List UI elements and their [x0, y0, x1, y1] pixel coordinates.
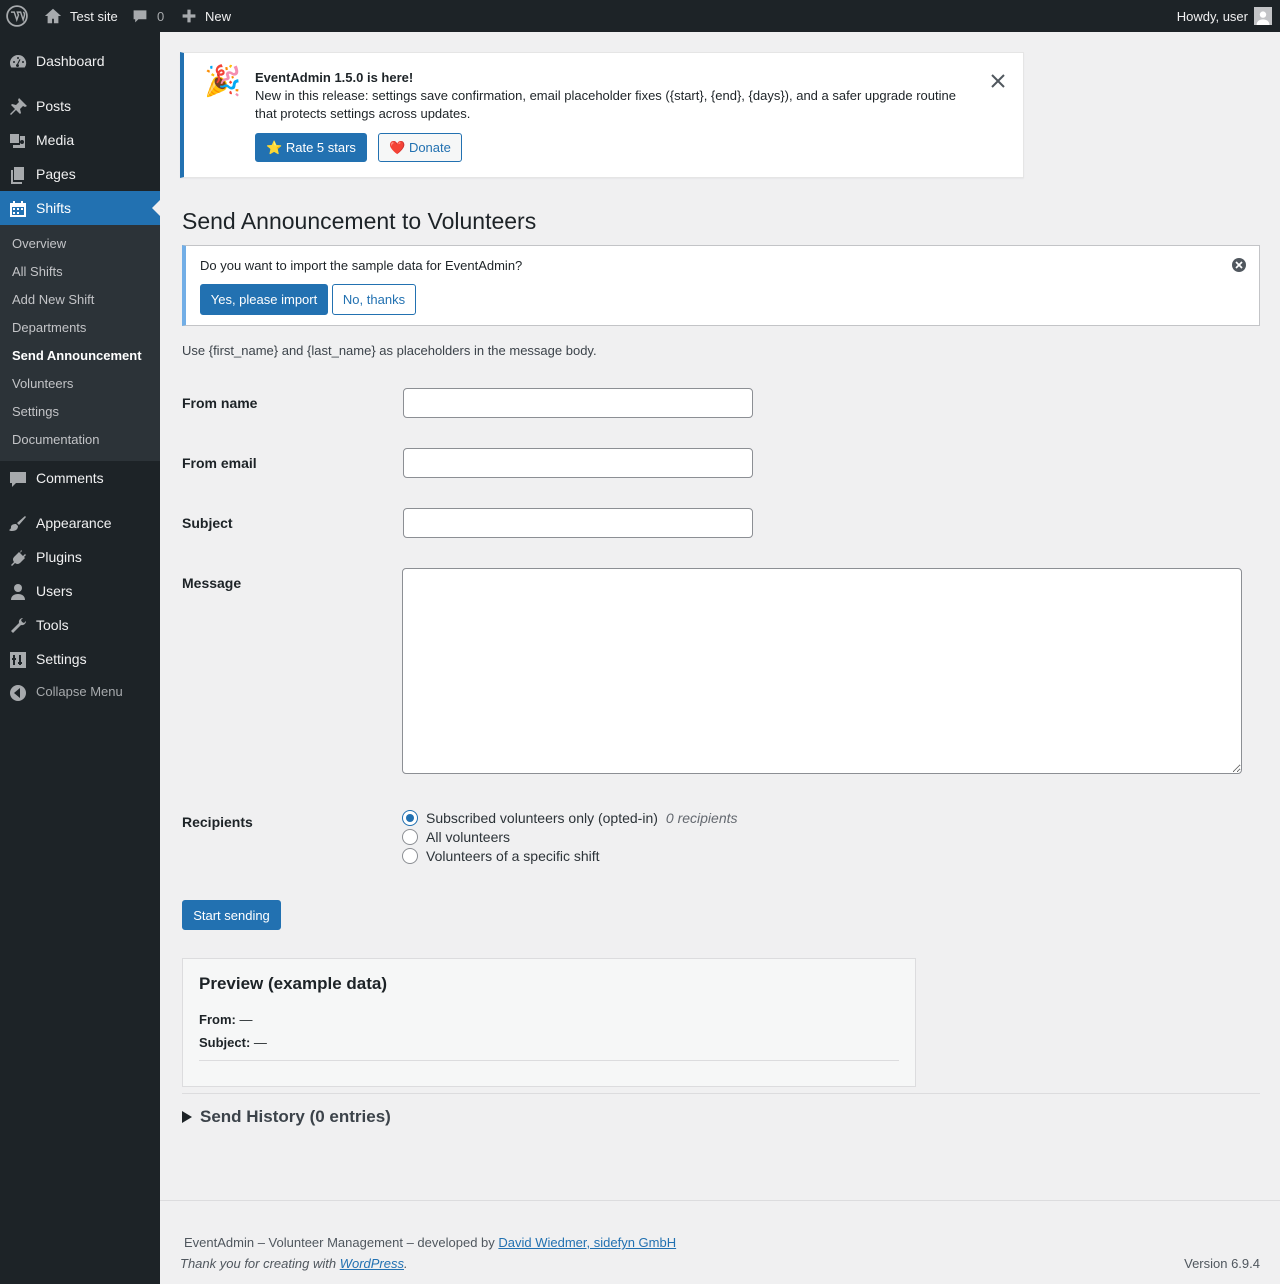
menu-item-dashboard[interactable]: Dashboard [0, 44, 160, 78]
recipients-label: Recipients [182, 814, 253, 830]
from-email-input[interactable] [403, 448, 753, 478]
collapse-menu-button[interactable]: Collapse Menu [0, 675, 160, 709]
admin-sidebar: Dashboard Posts Media Pages Shifts Overv… [0, 32, 160, 1284]
disclosure-triangle-icon [182, 1111, 192, 1123]
menu-item-tools[interactable]: Tools [0, 608, 160, 642]
pages-icon [8, 165, 28, 185]
new-content-link[interactable]: New [181, 0, 231, 32]
calendar-icon [8, 199, 28, 219]
user-icon [8, 582, 28, 602]
menu-item-shifts[interactable]: Shifts [0, 191, 160, 225]
radio-subscribed[interactable] [402, 809, 418, 826]
settings-icon [8, 650, 28, 670]
section-divider [182, 1093, 1260, 1094]
preview-from: From: — [199, 1012, 253, 1027]
submenu-item-documentation[interactable]: Documentation [12, 426, 99, 454]
dismiss-circle-icon [1232, 258, 1246, 272]
radio-specific-shift[interactable] [402, 847, 418, 864]
wordpress-logo-icon[interactable] [6, 0, 28, 32]
recipients-option-all[interactable]: All volunteers [402, 827, 510, 846]
recipients-option-shift[interactable]: Volunteers of a specific shift [402, 846, 600, 865]
radio-all[interactable] [402, 828, 418, 845]
site-name-link[interactable]: Test site [44, 0, 118, 32]
collapse-arrow-icon [8, 683, 28, 703]
from-email-label: From email [182, 455, 257, 471]
submenu-item-overview[interactable]: Overview [12, 230, 66, 258]
plugin-icon [8, 548, 28, 568]
home-icon [44, 7, 62, 25]
start-sending-button[interactable]: Start sending [182, 900, 281, 930]
release-notice-body: New in this release: settings save confi… [255, 88, 956, 121]
preview-title: Preview (example data) [199, 974, 388, 993]
page-title: Send Announcement to Volunteers [182, 208, 537, 234]
wp-version: Version 6.9.4 [1184, 1256, 1260, 1271]
preview-subject: Subject: — [199, 1035, 267, 1050]
submenu-item-add-new-shift[interactable]: Add New Shift [12, 286, 94, 314]
menu-item-posts[interactable]: Posts [0, 89, 160, 123]
recipients-count: 0 recipients [665, 809, 738, 826]
submenu-item-volunteers[interactable]: Volunteers [12, 370, 73, 398]
submenu-item-settings[interactable]: Settings [12, 398, 59, 426]
menu-item-pages[interactable]: Pages [0, 157, 160, 191]
menu-item-appearance[interactable]: Appearance [0, 506, 160, 540]
placeholder-hint: Use {first_name} and {last_name} as plac… [182, 343, 597, 358]
dismiss-release-notice-button[interactable] [986, 69, 1010, 93]
dismiss-import-notice-button[interactable] [1231, 257, 1247, 273]
donate-button[interactable]: ❤️ Donate [378, 133, 462, 162]
recipients-option-subscribed[interactable]: Subscribed volunteers only (opted-in) 0 … [402, 808, 738, 827]
import-notice-text: Do you want to import the sample data fo… [200, 258, 523, 273]
from-name-input[interactable] [403, 388, 753, 418]
avatar [1254, 7, 1272, 25]
release-notice: 🎉 EventAdmin 1.5.0 is here! New in this … [180, 52, 1024, 178]
import-yes-button[interactable]: Yes, please import [200, 284, 328, 315]
dashboard-icon [8, 52, 28, 72]
menu-item-comments[interactable]: Comments [0, 461, 160, 495]
submenu-item-departments[interactable]: Departments [12, 314, 86, 342]
comments-link[interactable]: 0 [132, 0, 164, 32]
menu-item-users[interactable]: Users [0, 574, 160, 608]
close-icon [991, 74, 1005, 88]
release-notice-title: EventAdmin 1.5.0 is here! [255, 70, 414, 85]
send-history-toggle[interactable]: Send History (0 entries) [182, 1107, 391, 1127]
footer-thanks: Thank you for creating with WordPress. [180, 1256, 408, 1271]
message-textarea[interactable] [402, 568, 1242, 774]
import-sample-notice: Do you want to import the sample data fo… [182, 245, 1260, 326]
media-icon [8, 131, 28, 151]
comment-icon [8, 469, 28, 489]
shifts-submenu: Overview All Shifts Add New Shift Depart… [0, 225, 160, 461]
submenu-item-all-shifts[interactable]: All Shifts [12, 258, 63, 286]
import-no-button[interactable]: No, thanks [332, 284, 416, 315]
message-label: Message [182, 575, 242, 591]
subject-input[interactable] [403, 508, 753, 538]
rate-button[interactable]: ⭐ Rate 5 stars [255, 133, 367, 162]
preview-divider [199, 1060, 899, 1061]
footer-divider [160, 1200, 1280, 1201]
comment-icon [132, 8, 148, 24]
user-account-link[interactable]: Howdy, user [1177, 0, 1272, 32]
preview-panel: Preview (example data) From: — Subject: … [182, 958, 916, 1087]
plugin-credit: EventAdmin – Volunteer Management – deve… [184, 1235, 677, 1250]
developer-link[interactable]: David Wiedmer, sidefyn GmbH [498, 1235, 676, 1250]
pin-icon [8, 97, 28, 117]
paintbrush-icon [8, 514, 28, 534]
admin-bar: Test site 0 New Howdy, user [0, 0, 1280, 32]
subject-label: Subject [182, 515, 233, 531]
wrench-icon [8, 616, 28, 636]
party-popper-icon: 🎉 [204, 65, 242, 98]
submenu-item-send-announcement[interactable]: Send Announcement [12, 342, 142, 370]
menu-item-plugins[interactable]: Plugins [0, 540, 160, 574]
plus-icon [181, 8, 197, 24]
menu-item-settings[interactable]: Settings [0, 642, 160, 676]
menu-item-media[interactable]: Media [0, 123, 160, 157]
wordpress-link[interactable]: WordPress [340, 1256, 404, 1271]
from-name-label: From name [182, 395, 258, 411]
